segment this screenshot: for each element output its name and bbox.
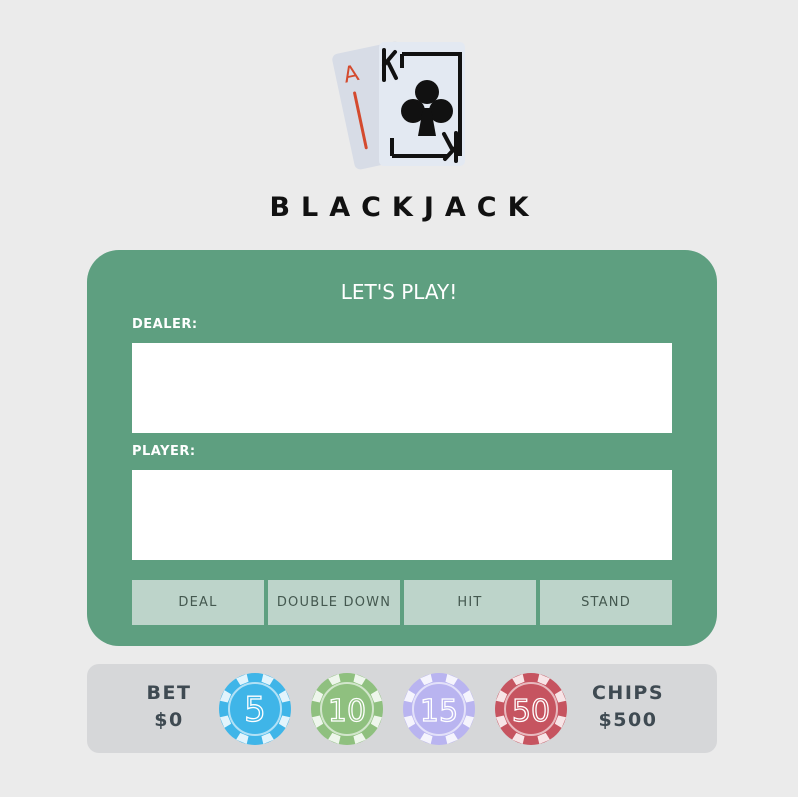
- deal-button[interactable]: DEAL: [132, 580, 264, 625]
- bet-label: BET: [146, 682, 192, 704]
- hit-button[interactable]: HIT: [404, 580, 536, 625]
- bet-value: $0: [154, 709, 184, 731]
- chip-15-button[interactable]: 15: [402, 672, 476, 746]
- chips-label: CHIPS: [591, 682, 665, 704]
- chip-10-button[interactable]: 10: [310, 672, 384, 746]
- poker-chip-icon: 10: [311, 673, 383, 745]
- dealer-hand-area: [132, 343, 672, 433]
- stand-button[interactable]: STAND: [540, 580, 672, 625]
- dealer-label: DEALER:: [132, 317, 198, 332]
- poker-chip-icon: 5: [219, 673, 291, 745]
- chips-value: $500: [598, 709, 658, 731]
- blackjack-page: A BLACKJACK LET'S PLAY! DEALER: PLAYER: …: [0, 0, 798, 797]
- double-down-button[interactable]: DOUBLE DOWN: [268, 580, 400, 625]
- playing-cards-logo: A: [330, 28, 470, 173]
- poker-chip-icon: 15: [403, 673, 475, 745]
- chip-value-label: 5: [244, 690, 266, 730]
- poker-chip-icon: 50: [495, 673, 567, 745]
- board-heading: LET'S PLAY!: [340, 280, 458, 304]
- chip-50-button[interactable]: 50: [494, 672, 568, 746]
- bet-display: BET $0: [134, 680, 204, 734]
- chip-value-label: 10: [328, 694, 366, 729]
- chip-5-button[interactable]: 5: [218, 672, 292, 746]
- game-title: BLACKJACK: [269, 192, 540, 223]
- chip-value-label: 50: [512, 694, 550, 729]
- chips-total-display: CHIPS $500: [588, 680, 668, 734]
- player-label: PLAYER:: [132, 444, 196, 459]
- action-buttons: DEAL DOUBLE DOWN HIT STAND: [132, 580, 672, 625]
- player-hand-area: [132, 470, 672, 560]
- chip-value-label: 15: [420, 694, 458, 729]
